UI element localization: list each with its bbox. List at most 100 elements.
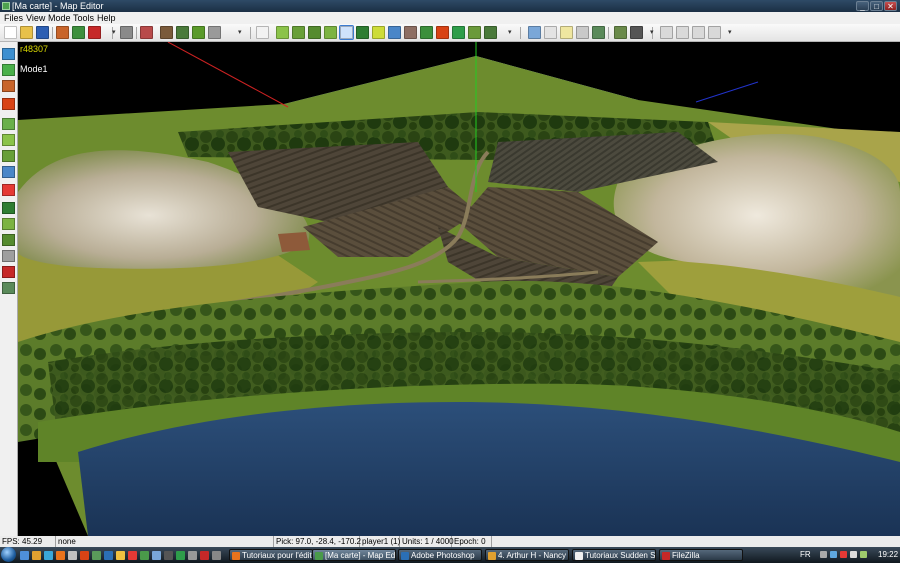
taskbar-task[interactable]: Tutoriaux pour l'édit... [229,549,313,561]
toolbar-overflow-chevron-icon[interactable]: ▾ [508,28,512,36]
window-d-icon[interactable] [576,26,589,39]
quicklaunch-q-icon[interactable] [212,551,221,560]
menu-tools[interactable]: Tools [73,12,94,24]
brush-l-icon[interactable] [452,26,465,39]
tools-icon[interactable] [630,26,643,39]
brush-c-icon[interactable] [308,26,321,39]
terrain-tool-c-icon[interactable] [176,26,189,39]
brush-n-icon[interactable] [484,26,497,39]
paint-b-icon[interactable] [2,150,15,162]
brush-m-icon[interactable] [468,26,481,39]
layer-objects-icon[interactable] [2,64,15,76]
brush-g-icon[interactable] [372,26,385,39]
tray-icon-a[interactable] [820,551,827,558]
quicklaunch-i-icon[interactable] [116,551,125,560]
paint-a-icon[interactable] [2,134,15,146]
start-button[interactable] [1,547,16,562]
menu-view[interactable]: View [26,12,45,24]
paint-d-icon[interactable] [2,184,15,196]
brush-b-icon[interactable] [292,26,305,39]
layer-terrain-icon[interactable] [2,48,15,60]
close-button[interactable]: ✕ [884,1,897,11]
menu-mode[interactable]: Mode [48,12,71,24]
red-tool-icon[interactable] [88,26,101,39]
disabled-c-icon[interactable] [692,26,705,39]
layer-buildings-icon[interactable] [2,80,15,92]
quicklaunch-h-icon[interactable] [104,551,113,560]
paint-i-icon[interactable] [2,266,15,278]
taskbar-task[interactable]: [Ma carte] - Map Ed... [312,549,396,561]
taskbar-task[interactable]: Adobe Photoshop [398,549,482,561]
brush-e-icon[interactable] [339,25,354,40]
paint-j-icon[interactable] [2,282,15,294]
toolbar-overflow-chevron-icon[interactable]: ▾ [112,28,116,36]
brush-j-icon[interactable] [420,26,433,39]
quicklaunch-e-icon[interactable] [68,551,77,560]
maximize-button[interactable]: □ [870,1,883,11]
quicklaunch-p-icon[interactable] [200,551,209,560]
toolbar-overflow-chevron-icon[interactable]: ▾ [728,28,732,36]
network-icon[interactable] [860,551,867,558]
taskbar-task[interactable]: Tutoriaux Sudden St... [572,549,656,561]
volume-icon[interactable] [850,551,857,558]
brush-d-icon[interactable] [324,26,337,39]
toolbar-overflow-chevron-icon[interactable]: ▾ [238,28,242,36]
quicklaunch-f-icon[interactable] [80,551,89,560]
globe-icon[interactable] [72,26,85,39]
map-viewport[interactable]: r48307 Mode1 [18,42,900,536]
paint-h-icon[interactable] [2,250,15,262]
clock[interactable]: 19:22 [878,547,898,563]
paint-c-icon[interactable] [2,166,15,178]
quicklaunch-d-icon[interactable] [56,551,65,560]
minimize-button[interactable]: _ [856,1,869,11]
quicklaunch-n-icon[interactable] [176,551,185,560]
terrain-icon[interactable] [56,26,69,39]
open-folder-icon[interactable] [20,26,33,39]
quicklaunch-j-icon[interactable] [128,551,137,560]
terrain-tool-a-icon[interactable] [140,26,153,39]
taskbar-task[interactable]: 4. Arthur H - Nancy ... [485,549,569,561]
quicklaunch-a-icon[interactable] [20,551,29,560]
tray-icon-c[interactable] [840,551,847,558]
quicklaunch-k-icon[interactable] [140,551,149,560]
terrain-tool-d-icon[interactable] [192,26,205,39]
paint-g-icon[interactable] [2,234,15,246]
window-c-icon[interactable] [560,26,573,39]
window-e-icon[interactable] [592,26,605,39]
disabled-d-icon[interactable] [708,26,721,39]
undo-icon[interactable] [120,26,133,39]
brush-k-icon[interactable] [436,26,449,39]
quicklaunch-b-icon[interactable] [32,551,41,560]
map-icon[interactable] [614,26,627,39]
terrain-tool-b-icon[interactable] [160,26,173,39]
disabled-b-icon[interactable] [676,26,689,39]
save-icon[interactable] [36,26,49,39]
toolbar-overflow-chevron-icon[interactable]: ▾ [650,28,654,36]
tray-icon-b[interactable] [830,551,837,558]
task-label: Adobe Photoshop [411,551,475,560]
brush-a-icon[interactable] [276,26,289,39]
disabled-a-icon[interactable] [660,26,673,39]
terrain-render[interactable] [18,42,900,536]
window-a-icon[interactable] [528,26,541,39]
new-file-icon[interactable] [4,26,17,39]
quicklaunch-c-icon[interactable] [44,551,53,560]
menu-help[interactable]: Help [97,12,116,24]
brush-h-icon[interactable] [388,26,401,39]
paint-e-icon[interactable] [2,202,15,214]
language-indicator[interactable]: FR [800,547,811,563]
window-b-icon[interactable] [544,26,557,39]
checker-icon[interactable] [208,26,221,39]
quicklaunch-m-icon[interactable] [164,551,173,560]
menu-files[interactable]: Files [4,12,23,24]
brush-i-icon[interactable] [404,26,417,39]
quicklaunch-g-icon[interactable] [92,551,101,560]
quicklaunch-l-icon[interactable] [152,551,161,560]
grid-icon[interactable] [2,118,15,130]
brush-f-icon[interactable] [356,26,369,39]
paint-f-icon[interactable] [2,218,15,230]
quicklaunch-o-icon[interactable] [188,551,197,560]
cursor-icon[interactable] [256,26,269,39]
layer-special-icon[interactable] [2,98,15,110]
taskbar-task[interactable]: FileZilla [659,549,743,561]
